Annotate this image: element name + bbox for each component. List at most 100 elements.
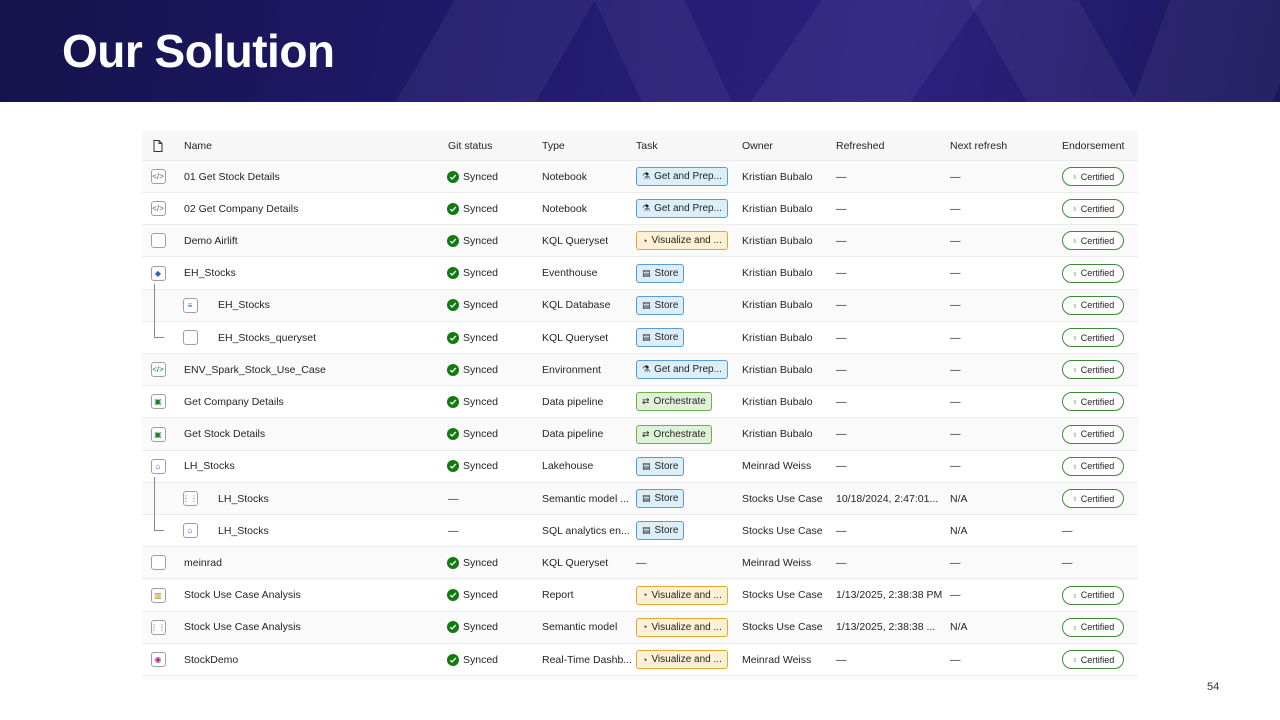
next-refresh: — (950, 589, 961, 602)
table-row[interactable]: </> 02 Get Company Details Synced Notebook ⚗… (142, 193, 1138, 226)
task-tag[interactable]: ⇄ Orchestrate (636, 424, 712, 444)
task-tag[interactable]: ⚗ Get and Prep... (636, 360, 728, 380)
table-row[interactable]: Demo Airlift Synced KQL Queryset ◔ Visualize… (142, 225, 1138, 258)
task-tag[interactable]: ▤ Store (636, 489, 685, 508)
refreshed: — (836, 202, 847, 215)
item-name[interactable]: StockDemo (184, 644, 444, 675)
column-header-type[interactable]: Type (542, 131, 632, 160)
owner: Meinrad Weiss (742, 460, 812, 473)
git-status: Synced (447, 451, 539, 482)
table-row[interactable]: </> ENV_Spark_Stock_Use_Case Synced Environ… (142, 354, 1138, 387)
column-header-endorsement[interactable]: Endorsement (1062, 131, 1138, 160)
certified-badge[interactable]: ♁ Certified (1062, 328, 1124, 347)
ribbon-icon: ♁ (1071, 461, 1078, 471)
item-name[interactable]: EH_Stocks (218, 290, 478, 321)
certified-badge[interactable]: ♁ Certified (1062, 360, 1124, 380)
item-name[interactable]: Stock Use Case Analysis (184, 580, 444, 611)
item-name[interactable]: Demo Airlift (184, 225, 444, 256)
task-tag[interactable]: ◔ Visualize and ... (636, 585, 728, 605)
certified-badge[interactable]: ♁ Certified (1062, 231, 1124, 251)
certified-badge[interactable]: ♁ Certified (1062, 456, 1124, 476)
task-tag[interactable]: ⇄ Orchestrate (636, 392, 712, 412)
git-status-label: Synced (463, 556, 499, 569)
task-tag[interactable]: ◔ Visualize and ... (636, 617, 728, 637)
refreshed: — (836, 395, 847, 408)
table-row[interactable]: ⋮⋮ LH_Stocks — Semantic model ... ▤ Store Stoc… (142, 483, 1138, 515)
certified-badge[interactable]: ♁ Certified (1062, 585, 1124, 605)
column-header-refreshed[interactable]: Refreshed (836, 131, 946, 160)
task-tag[interactable]: ⚗ Get and Prep... (636, 167, 728, 186)
endorsement: ♁ Certified (1062, 419, 1138, 450)
endorsement: ♁ Certified (1062, 193, 1138, 224)
table-row[interactable]: ⌂ LH_Stocks Synced Lakehouse ▤ Store Meinrad W… (142, 450, 1138, 483)
task-orange-icon: ◔ (642, 622, 648, 633)
git-status-label: Synced (463, 589, 499, 602)
certified-badge[interactable]: ♁ Certified (1062, 424, 1124, 444)
table-row[interactable]: </> 01 Get Stock Details Synced Notebook ⚗ Ge… (142, 161, 1138, 193)
table-row[interactable]: ⌂ LH_Stocks — SQL analytics en... ▤ Store Stoc… (142, 515, 1138, 548)
owner: Kristian Bubalo (742, 267, 813, 280)
item-type: Report (542, 589, 574, 602)
synced-check-icon (447, 556, 459, 569)
task-tag[interactable]: ⚗ Get and Prep... (636, 199, 728, 219)
item-name[interactable]: 02 Get Company Details (184, 193, 444, 224)
item-name[interactable]: meinrad (184, 547, 444, 578)
synced-check-icon (447, 299, 459, 312)
task-tag[interactable]: ▤ Store (636, 456, 685, 476)
git-status-label: Synced (463, 395, 499, 408)
git-status-label: — (448, 492, 459, 505)
table-row[interactable]: ◆ EH_Stocks Synced Eventhouse ▤ Store Kristian… (142, 257, 1138, 290)
certified-badge[interactable]: ♁ Certified (1062, 650, 1124, 669)
item-name[interactable]: LH_Stocks (218, 515, 478, 546)
table-row[interactable]: ▥ Stock Use Case Analysis Synced Report ◔ Vis… (142, 579, 1138, 612)
certified-badge[interactable]: ♁ Certified (1062, 489, 1124, 508)
certified-badge[interactable]: ♁ Certified (1062, 617, 1124, 637)
synced-check-icon (447, 621, 459, 634)
column-header-owner[interactable]: Owner (742, 131, 832, 160)
git-status-label: Synced (463, 428, 499, 441)
certified-badge[interactable]: ♁ Certified (1062, 295, 1124, 315)
git-status-label: Synced (463, 234, 499, 247)
item-name[interactable]: LH_Stocks (218, 483, 478, 514)
item-name[interactable]: EH_Stocks_queryset (218, 322, 478, 353)
task-tag[interactable]: ▤ Store (636, 295, 685, 315)
synced-check-icon (447, 202, 459, 215)
item-name[interactable]: Stock Use Case Analysis (184, 612, 444, 643)
table-row[interactable]: ≡ EH_Stocks Synced KQL Database ▤ Store Kristi… (142, 290, 1138, 322)
item-name[interactable]: LH_Stocks (184, 451, 444, 482)
column-header-task[interactable]: Task (636, 131, 736, 160)
item-name[interactable]: Get Stock Details (184, 419, 444, 450)
table-row[interactable]: meinrad Synced KQL Queryset — Meinrad Weiss —… (142, 547, 1138, 580)
certified-badge[interactable]: ♁ Certified (1062, 167, 1124, 186)
column-header-next-refresh[interactable]: Next refresh (950, 131, 1060, 160)
item-name[interactable]: ENV_Spark_Stock_Use_Case (184, 354, 444, 385)
table-row[interactable]: ◉ StockDemo Synced Real-Time Dashb... ◔ Visua… (142, 644, 1138, 676)
item-type: Data pipeline (542, 395, 604, 408)
item-name[interactable]: 01 Get Stock Details (184, 161, 444, 192)
ribbon-icon: ♁ (1071, 622, 1078, 632)
task-tag[interactable]: ▤ Store (636, 263, 685, 283)
item-name[interactable]: EH_Stocks (184, 258, 444, 289)
table-row[interactable]: ⋮⋮ Stock Use Case Analysis Synced Semantic … (142, 612, 1138, 644)
column-header-name[interactable]: Name (184, 131, 444, 160)
task-green-icon: ⇄ (642, 396, 650, 407)
task-tag[interactable]: ◔ Visualize and ... (636, 650, 728, 669)
task-tag[interactable]: ▤ Store (636, 521, 685, 541)
ribbon-icon: ♁ (1071, 204, 1078, 214)
git-status: Synced (447, 258, 539, 289)
certified-label: Certified (1080, 461, 1115, 472)
certified-badge[interactable]: ♁ Certified (1062, 263, 1124, 283)
table-row[interactable]: EH_Stocks_queryset Synced KQL Queryset ▤ Sto… (142, 322, 1138, 354)
task-tag[interactable]: ◔ Visualize and ... (636, 231, 728, 251)
task-cell: ◔ Visualize and ... (636, 580, 736, 611)
certified-badge[interactable]: ♁ Certified (1062, 392, 1124, 412)
column-header-git-status[interactable]: Git status (448, 131, 540, 160)
table-row[interactable]: ▣ Get Stock Details Synced Data pipeline ⇄ Or… (142, 419, 1138, 451)
task-tag[interactable]: ▤ Store (636, 328, 685, 347)
endorsement: ♁ Certified (1062, 580, 1138, 611)
endorsement: ♁ Certified (1062, 354, 1138, 385)
certified-badge[interactable]: ♁ Certified (1062, 199, 1124, 219)
table-row[interactable]: ▣ Get Company Details Synced Data pipeline ⇄… (142, 386, 1138, 419)
task-label: Visualize and ... (651, 589, 722, 601)
item-name[interactable]: Get Company Details (184, 386, 444, 417)
